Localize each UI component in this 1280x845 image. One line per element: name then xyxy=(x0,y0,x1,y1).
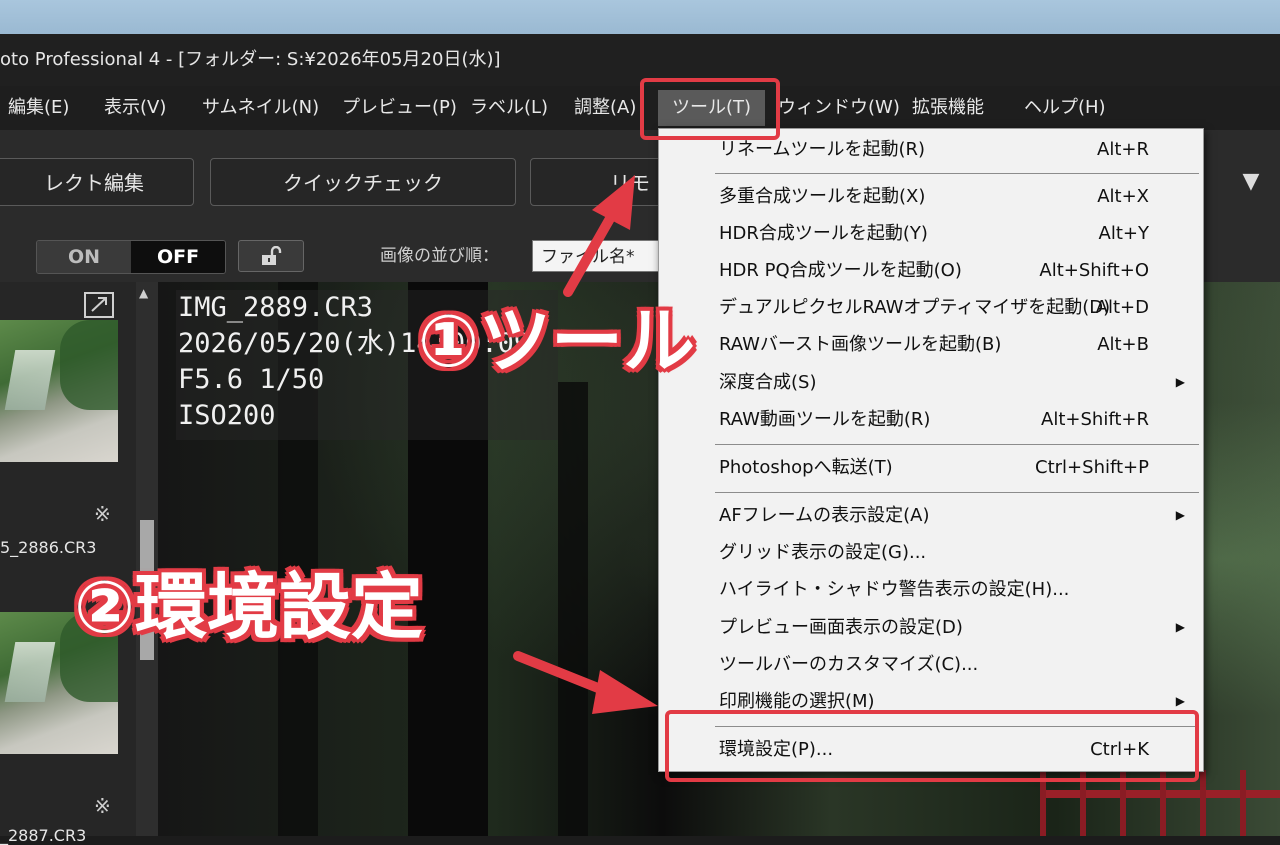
tree-trunk xyxy=(558,382,588,836)
menu-edit[interactable]: 編集(E) xyxy=(8,86,69,130)
menu-separator xyxy=(715,492,1199,493)
window-title: oto Professional 4 - [フォルダー: S:¥2026年05月… xyxy=(0,49,501,70)
preferences-highlight xyxy=(665,710,1199,782)
menu-item-shortcut: Alt+Y xyxy=(1098,223,1149,244)
menu-thumbnail[interactable]: サムネイル(N) xyxy=(202,86,319,130)
menu-item-shortcut: Alt+X xyxy=(1097,186,1149,207)
menu-item-label: AFフレームの表示設定(A) xyxy=(719,505,930,526)
menu-raw-video-tool[interactable]: RAW動画ツールを起動(R) Alt+Shift+R xyxy=(659,401,1203,438)
menu-item-label: デュアルピクセルRAWオプティマイザを起動(D) xyxy=(719,297,1111,318)
menu-preview-display-settings[interactable]: プレビュー画面表示の設定(D) ▶ xyxy=(659,609,1203,646)
menu-customize-toolbar[interactable]: ツールバーのカスタマイズ(C)... xyxy=(659,646,1203,683)
menu-adjust[interactable]: 調整(A) xyxy=(574,86,636,130)
menu-item-label: プレビュー画面表示の設定(D) xyxy=(719,617,963,638)
toolbar-dropdown-icon[interactable]: ▼ xyxy=(1236,158,1266,206)
menu-item-label: HDR合成ツールを起動(Y) xyxy=(719,223,928,244)
menu-label[interactable]: ラベル(L) xyxy=(470,86,548,130)
menu-item-label: Photoshopへ転送(T) xyxy=(719,457,893,478)
lock-button[interactable] xyxy=(238,240,304,272)
select-edit-button[interactable]: レクト編集 xyxy=(0,158,194,206)
menu-raw-burst-tool[interactable]: RAWバースト画像ツールを起動(B) Alt+B xyxy=(659,326,1203,363)
scroll-up-icon[interactable]: ▲ xyxy=(139,286,148,300)
menu-af-frame-settings[interactable]: AFフレームの表示設定(A) ▶ xyxy=(659,497,1203,534)
menu-separator xyxy=(715,173,1199,174)
menu-focus-stacking[interactable]: 深度合成(S) ▶ xyxy=(659,364,1203,401)
arrow-to-tools-icon xyxy=(563,175,635,297)
expand-icon[interactable] xyxy=(84,292,114,318)
annotation-step2: ②環境設定 xyxy=(74,565,423,649)
submenu-arrow-icon: ▶ xyxy=(1175,620,1185,634)
menu-highlight-shadow-warning[interactable]: ハイライト・シャドウ警告表示の設定(H)... xyxy=(659,571,1203,608)
desktop-background xyxy=(0,0,1280,34)
thumbnail-panel: ※ 5_2886.CR3 ※ _2887.CR3 xyxy=(0,282,136,845)
on-off-toggle[interactable]: ON OFF xyxy=(36,240,226,274)
off-button[interactable]: OFF xyxy=(131,241,225,273)
menu-grid-settings[interactable]: グリッド表示の設定(G)... xyxy=(659,534,1203,571)
menu-hdr-pq-tool[interactable]: HDR PQ合成ツールを起動(O) Alt+Shift+O xyxy=(659,252,1203,289)
submenu-arrow-icon: ▶ xyxy=(1175,508,1185,522)
menu-item-shortcut: Alt+Shift+R xyxy=(1041,409,1149,430)
menu-item-label: RAWバースト画像ツールを起動(B) xyxy=(719,334,1002,355)
unlock-icon xyxy=(262,246,282,265)
menu-item-label: 多重合成ツールを起動(X) xyxy=(719,186,926,207)
menu-preview[interactable]: プレビュー(P) xyxy=(342,86,457,130)
info-iso: ISO200 xyxy=(178,400,276,431)
menu-view[interactable]: 表示(V) xyxy=(104,86,166,130)
thumbnail-image[interactable] xyxy=(0,320,118,462)
menu-dual-pixel-optimizer[interactable]: デュアルピクセルRAWオプティマイザを起動(D) Alt+D xyxy=(659,289,1203,326)
submenu-arrow-icon: ▶ xyxy=(1175,375,1185,389)
arrow-to-preferences-icon xyxy=(513,651,658,714)
on-button[interactable]: ON xyxy=(37,241,131,273)
menu-item-label: 深度合成(S) xyxy=(719,372,817,393)
mark-icon[interactable]: ※ xyxy=(94,502,111,526)
menu-multiple-exposure-tool[interactable]: 多重合成ツールを起動(X) Alt+X xyxy=(659,178,1203,215)
title-bar: oto Professional 4 - [フォルダー: S:¥2026年05月… xyxy=(0,34,1280,86)
menu-item-shortcut: Ctrl+Shift+P xyxy=(1035,457,1149,478)
menu-item-shortcut: Alt+R xyxy=(1097,139,1149,160)
menu-item-label: ツールバーのカスタマイズ(C)... xyxy=(719,654,979,675)
menu-window[interactable]: ウィンドウ(W) xyxy=(778,86,900,130)
tools-menu-highlight xyxy=(640,78,780,140)
sort-order-label: 画像の並び順： xyxy=(380,246,499,266)
menu-item-label: HDR PQ合成ツールを起動(O) xyxy=(719,260,962,281)
menu-item-label: RAW動画ツールを起動(R) xyxy=(719,409,931,430)
annotation-step1: ①ツール xyxy=(418,299,695,383)
mark-icon[interactable]: ※ xyxy=(94,794,111,818)
menu-item-label: ハイライト・シャドウ警告表示の設定(H)... xyxy=(719,579,1070,600)
menu-extensions[interactable]: 拡張機能 xyxy=(912,86,984,130)
menu-help[interactable]: ヘルプ(H) xyxy=(1024,86,1106,130)
menu-hdr-tool[interactable]: HDR合成ツールを起動(Y) Alt+Y xyxy=(659,215,1203,252)
menu-item-label: グリッド表示の設定(G)... xyxy=(719,542,927,563)
thumbnail-filename: 5_2886.CR3 xyxy=(0,538,97,557)
menu-item-shortcut: Alt+B xyxy=(1097,334,1149,355)
menu-transfer-photoshop[interactable]: Photoshopへ転送(T) Ctrl+Shift+P xyxy=(659,449,1203,486)
menu-item-shortcut: Alt+D xyxy=(1095,297,1149,318)
menu-separator xyxy=(715,444,1199,445)
quick-check-button[interactable]: クイックチェック xyxy=(210,158,516,206)
menu-item-shortcut: Alt+Shift+O xyxy=(1039,260,1149,281)
tools-menu: リネームツールを起動(R) Alt+R 多重合成ツールを起動(X) Alt+X HD… xyxy=(658,128,1204,772)
